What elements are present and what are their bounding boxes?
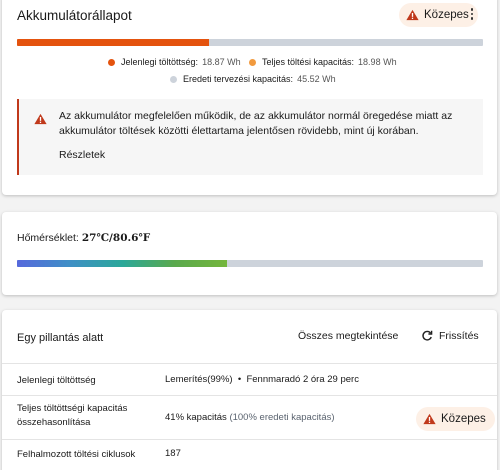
temperature-bar bbox=[17, 260, 483, 267]
legend-value: 45.52 Wh bbox=[297, 74, 336, 84]
divider bbox=[2, 439, 497, 440]
temperature-card: Hőmérséklet: 27℃/80.6℉ bbox=[2, 212, 497, 295]
more-options-icon[interactable] bbox=[466, 6, 478, 22]
row-label: Teljes töltöttségi kapacitás összehasonl… bbox=[17, 403, 128, 428]
temperature-label: Hőmérséklet: bbox=[17, 232, 79, 244]
row-label: Felhalmozott töltési ciklusok bbox=[17, 449, 136, 460]
temperature-value: 27℃/80.6℉ bbox=[81, 232, 151, 244]
row-label: Jelenlegi töltöttség bbox=[17, 375, 96, 386]
legend-label: Eredeti tervezési kapacitás: bbox=[183, 74, 294, 84]
legend-design-capacity: Eredeti tervezési kapacitás: 45.52 Wh bbox=[170, 74, 336, 84]
refresh-icon bbox=[422, 330, 433, 341]
status-badge: Közepes bbox=[416, 407, 495, 431]
row-value: 187 bbox=[165, 448, 181, 459]
capacity-bar bbox=[17, 39, 483, 46]
battery-health-card: Akkumulátorállapot Közepes Jelenlegi töl… bbox=[2, 0, 497, 195]
legend-dot bbox=[249, 58, 256, 66]
legend-full-capacity: Teljes töltési kapacitás: 18.98 Wh bbox=[249, 57, 397, 67]
legend-value: 18.87 Wh bbox=[202, 57, 241, 67]
warning-icon bbox=[406, 9, 419, 21]
legend-current-charge: Jelenlegi töltöttség: 18.87 Wh bbox=[108, 57, 241, 67]
row-value: Lemerítés(99%) • Fennmaradó 2 óra 29 per… bbox=[165, 374, 359, 385]
capacity-bar-fill bbox=[17, 39, 209, 46]
legend-dot bbox=[108, 58, 115, 66]
refresh-button[interactable]: Frissítés bbox=[421, 330, 479, 342]
details-link[interactable]: Részletek bbox=[59, 149, 105, 161]
original-capacity: (100% eredeti kapacitás) bbox=[229, 412, 335, 423]
status-badge-label: Közepes bbox=[441, 413, 486, 425]
section-title: Egy pillantás alatt bbox=[17, 332, 104, 344]
card-title: Akkumulátorállapot bbox=[17, 8, 132, 23]
refresh-label: Frissítés bbox=[439, 330, 479, 342]
temperature-readout: Hőmérséklet: 27℃/80.6℉ bbox=[17, 232, 150, 244]
status-badge-label: Közepes bbox=[424, 9, 469, 21]
legend-label: Jelenlegi töltöttség: bbox=[121, 57, 199, 67]
legend-label: Teljes töltési kapacitás: bbox=[262, 57, 355, 67]
warning-alert: Az akkumulátor megfelelően működik, de a… bbox=[17, 99, 483, 175]
legend-dot bbox=[170, 75, 177, 83]
at-a-glance-card: Egy pillantás alatt Összes megtekintése … bbox=[2, 310, 497, 470]
alert-message: Az akkumulátor megfelelően működik, de a… bbox=[59, 110, 453, 137]
view-all-button[interactable]: Összes megtekintése bbox=[298, 330, 398, 342]
legend-value: 18.98 Wh bbox=[358, 57, 397, 67]
divider bbox=[2, 395, 497, 396]
warning-icon bbox=[34, 113, 47, 125]
capacity-percent: 41% kapacitás bbox=[165, 412, 227, 423]
temperature-bar-fill bbox=[17, 260, 227, 267]
row-value: 41% kapacitás (100% eredeti kapacitás) bbox=[165, 412, 335, 423]
divider bbox=[2, 363, 497, 364]
warning-icon bbox=[423, 413, 436, 425]
